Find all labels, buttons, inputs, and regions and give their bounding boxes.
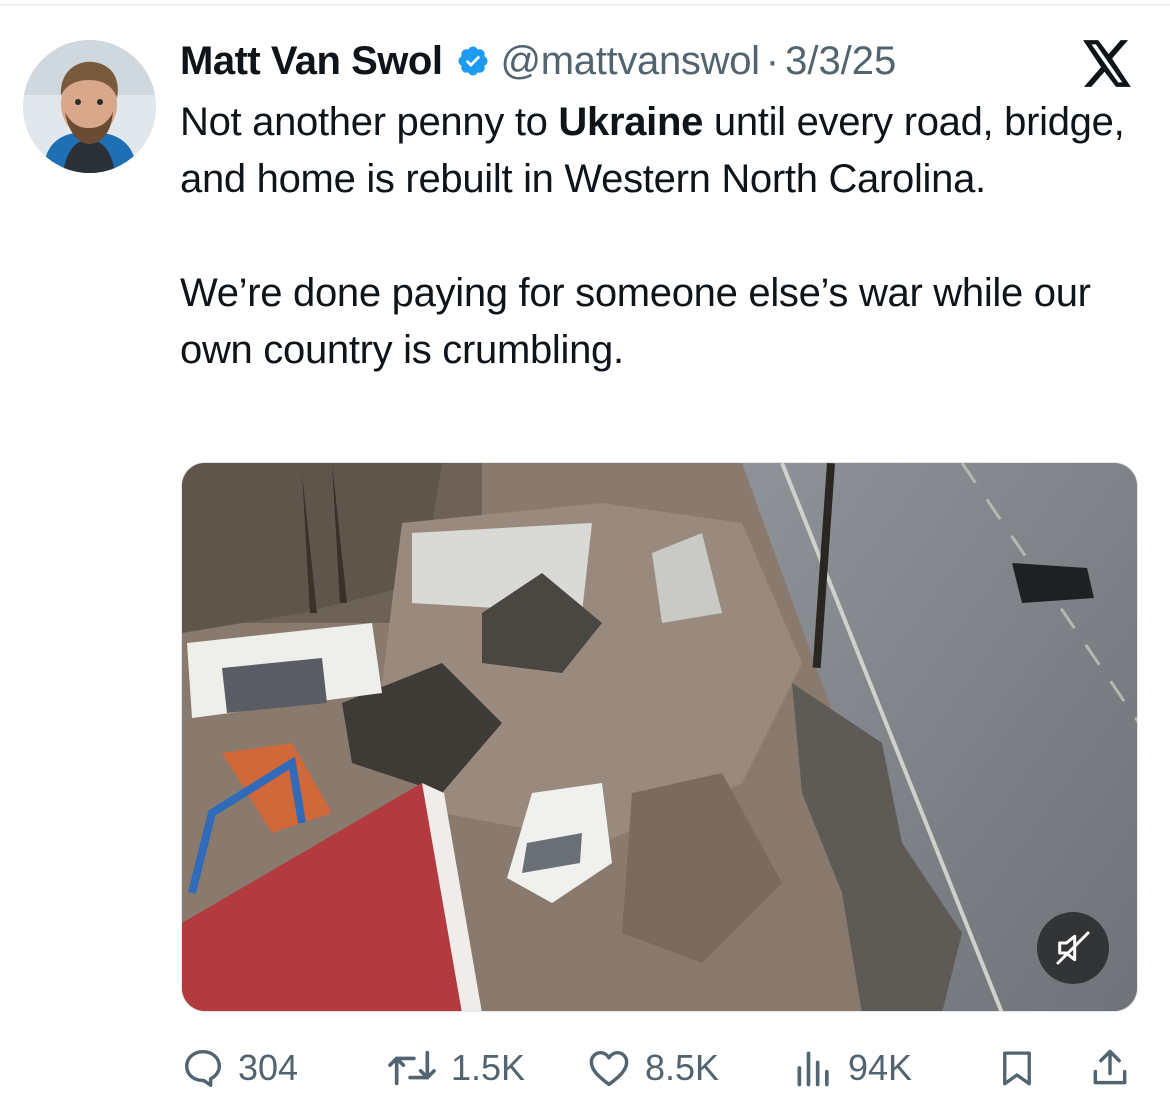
x-logo-icon [1083, 40, 1131, 87]
tweet-video[interactable] [181, 462, 1138, 1012]
bookmark-button[interactable] [996, 1038, 1038, 1098]
muted-speaker-icon [1056, 931, 1090, 965]
tweet-header: Matt Van Swol @mattvanswol · 3/3/25 [180, 37, 896, 85]
avatar-photo [23, 40, 156, 173]
repost-count: 1.5K [451, 1047, 526, 1088]
mute-button[interactable] [1037, 912, 1109, 984]
heart-icon [589, 1050, 629, 1087]
repost-button[interactable]: 1.5K [385, 1038, 525, 1098]
separator-dot: · [765, 38, 780, 83]
reply-icon [184, 1049, 222, 1087]
action-bar: 304 1.5K 8.5K 94K [180, 1038, 1140, 1098]
author-handle[interactable]: @mattvanswol [500, 39, 760, 84]
video-frame [182, 463, 1137, 1011]
reply-button[interactable]: 304 [180, 1038, 298, 1098]
bookmark-icon [1003, 1051, 1031, 1086]
text-segment: Not another penny to [180, 100, 559, 144]
avatar[interactable] [23, 40, 156, 173]
bold-text: Ukraine [558, 100, 704, 144]
tweet-paragraph-2: We’re done paying for someone else’s war… [180, 271, 1091, 372]
like-button[interactable]: 8.5K [585, 1038, 719, 1098]
tweet-date[interactable]: 3/3/25 [785, 39, 896, 84]
repost-icon [388, 1050, 436, 1086]
verified-badge-icon [458, 46, 488, 76]
share-button[interactable] [1088, 1038, 1132, 1098]
share-icon [1093, 1049, 1127, 1085]
tweet-paragraph-1: Not another penny to Ukraine until every… [180, 94, 1140, 208]
views-button[interactable]: 94K [792, 1038, 912, 1098]
top-divider [0, 4, 1170, 5]
views-count: 94K [848, 1047, 913, 1088]
tweet-text: Not another penny to Ukraine until every… [180, 94, 1140, 379]
views-chart-icon [797, 1051, 829, 1087]
like-count: 8.5K [645, 1047, 720, 1088]
reply-count: 304 [238, 1047, 299, 1088]
author-name[interactable]: Matt Van Swol [180, 39, 443, 84]
